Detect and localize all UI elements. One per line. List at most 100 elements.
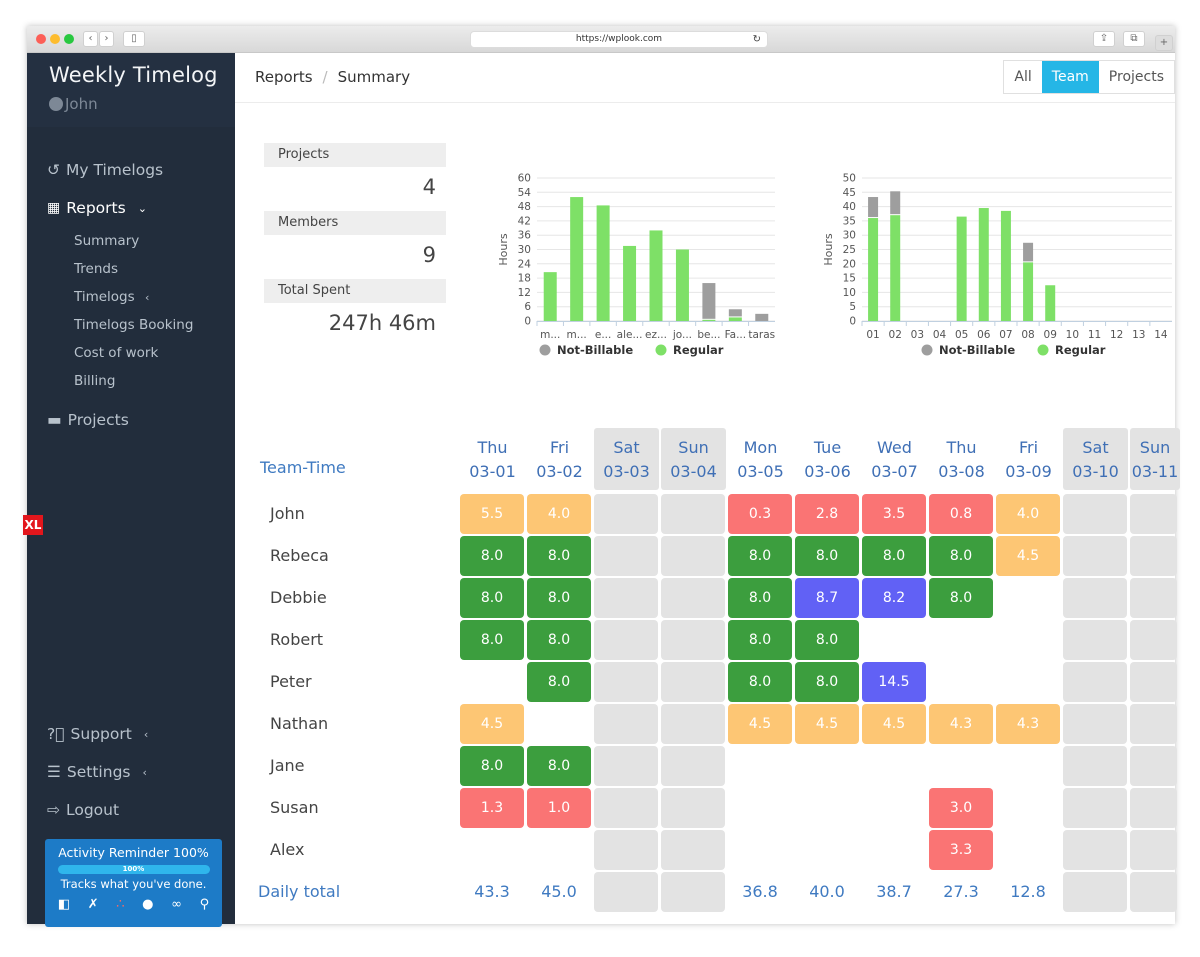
time-cell[interactable]: 4.5 [996,536,1060,576]
bar-not-billable[interactable] [755,313,769,321]
time-cell[interactable]: 4.0 [527,494,591,534]
link-icon[interactable]: ∞ [171,897,182,912]
legend-regular-label[interactable]: Regular [673,343,724,357]
sidebar-item-reports[interactable]: ▦ Reports ⌄ [27,189,235,227]
time-cell[interactable]: 0.8 [929,494,993,534]
sidebar-subitem-timelogs[interactable]: Timelogs ‹ [27,283,235,311]
bar-regular[interactable] [702,319,716,321]
legend-not-billable-marker[interactable] [539,344,551,356]
time-cell[interactable]: 8.0 [728,578,792,618]
time-cell[interactable]: 4.5 [460,704,524,744]
bar-regular[interactable] [570,197,584,321]
toggle-team[interactable]: Team [1041,61,1099,93]
sidebar-item-projects[interactable]: ▬ Projects [27,401,235,439]
sidebar-item-settings[interactable]: ☰ Settings ‹ [27,753,235,791]
sidebar-subitem-trends[interactable]: Trends [27,255,235,283]
time-cell[interactable]: 8.0 [929,578,993,618]
jira-icon[interactable]: ✗ [88,897,99,912]
bar-regular[interactable] [1000,210,1011,321]
bar-regular[interactable] [623,245,637,321]
bar-regular[interactable] [956,216,967,321]
bar-regular[interactable] [596,205,610,321]
time-cell[interactable]: 3.3 [929,830,993,870]
toggle-projects[interactable]: Projects [1099,61,1174,93]
sidebar-item-support[interactable]: ?⃝ Support ‹ [27,715,235,753]
time-cell[interactable]: 4.5 [862,704,926,744]
time-cell[interactable]: 8.0 [460,578,524,618]
bar-regular[interactable] [543,272,557,321]
time-cell[interactable]: 8.0 [460,536,524,576]
new-tab-icon[interactable]: + [1155,35,1173,51]
time-cell[interactable]: 8.0 [460,746,524,786]
bar-regular[interactable] [1023,262,1034,321]
time-cell[interactable]: 5.5 [460,494,524,534]
url-bar[interactable]: https://wplook.com ↻ [470,31,768,48]
time-cell[interactable]: 4.5 [795,704,859,744]
user-profile[interactable]: John [49,95,235,113]
time-cell[interactable]: 0.3 [728,494,792,534]
time-cell[interactable]: 8.0 [527,746,591,786]
reload-icon[interactable]: ↻ [753,32,761,47]
time-cell[interactable]: 8.0 [728,536,792,576]
time-cell[interactable]: 8.0 [460,620,524,660]
bar-regular[interactable] [890,215,901,321]
time-cell[interactable]: 1.3 [460,788,524,828]
time-cell[interactable]: 8.2 [862,578,926,618]
time-cell[interactable]: 3.0 [929,788,993,828]
sidebar-item-logout[interactable]: ⇨ Logout [27,791,235,829]
bar-not-billable[interactable] [868,197,879,218]
legend-not-billable-label[interactable]: Not-Billable [939,343,1015,357]
tabs-icon[interactable]: ⧉ [1123,31,1145,47]
bar-regular[interactable] [868,218,879,321]
legend-regular-label[interactable]: Regular [1055,343,1106,357]
share-icon[interactable]: ⇪ [1093,31,1115,47]
trello-icon[interactable]: ◧ [58,897,70,912]
time-cell[interactable]: 4.3 [996,704,1060,744]
bar-regular[interactable] [978,208,989,321]
bar-regular[interactable] [1045,285,1056,321]
maximize-window-button[interactable] [64,34,74,44]
location-pin-icon[interactable]: ⚲ [200,897,210,912]
sidebar-subitem-summary[interactable]: Summary [27,227,235,255]
time-cell[interactable]: 8.0 [527,662,591,702]
sidebar-item-my-timelogs[interactable]: ↺ My Timelogs [27,151,235,189]
time-cell[interactable]: 8.0 [795,620,859,660]
legend-regular-marker[interactable] [1037,344,1049,356]
time-cell[interactable]: 14.5 [862,662,926,702]
legend-regular-marker[interactable] [655,344,667,356]
legend-not-billable-label[interactable]: Not-Billable [557,343,633,357]
time-cell[interactable]: 1.0 [527,788,591,828]
sidebar-subitem-billing[interactable]: Billing [27,367,235,395]
time-cell[interactable]: 8.0 [728,662,792,702]
time-cell[interactable]: 3.5 [862,494,926,534]
time-cell[interactable]: 4.5 [728,704,792,744]
time-cell[interactable]: 8.0 [527,536,591,576]
time-cell[interactable]: 8.0 [527,620,591,660]
sidebar-subitem-timelogs-booking[interactable]: Timelogs Booking [27,311,235,339]
time-cell[interactable]: 8.0 [527,578,591,618]
time-cell[interactable]: 4.3 [929,704,993,744]
time-cell[interactable]: 8.0 [795,662,859,702]
asana-icon[interactable]: ∴ [116,897,124,912]
time-cell[interactable]: 8.0 [929,536,993,576]
bar-not-billable[interactable] [728,309,742,317]
minimize-window-button[interactable] [50,34,60,44]
chat-icon[interactable]: ● [142,897,153,912]
time-cell[interactable]: 8.0 [728,620,792,660]
forward-button[interactable]: › [99,31,114,47]
breadcrumb-reports[interactable]: Reports [255,68,313,86]
legend-not-billable-marker[interactable] [921,344,933,356]
sidebar-toggle-icon[interactable]: ▯ [123,31,145,47]
back-button[interactable]: ‹ [83,31,98,47]
activity-reminder-widget[interactable]: Activity Reminder 100% 100% Tracks what … [45,839,222,927]
time-cell[interactable]: 8.7 [795,578,859,618]
toggle-all[interactable]: All [1004,61,1041,93]
time-cell[interactable]: 2.8 [795,494,859,534]
time-cell[interactable]: 8.0 [795,536,859,576]
bar-not-billable[interactable] [890,191,901,215]
sidebar-subitem-cost-of-work[interactable]: Cost of work [27,339,235,367]
bar-not-billable[interactable] [1023,242,1034,262]
time-cell[interactable]: 4.0 [996,494,1060,534]
time-cell[interactable]: 8.0 [862,536,926,576]
close-window-button[interactable] [36,34,46,44]
